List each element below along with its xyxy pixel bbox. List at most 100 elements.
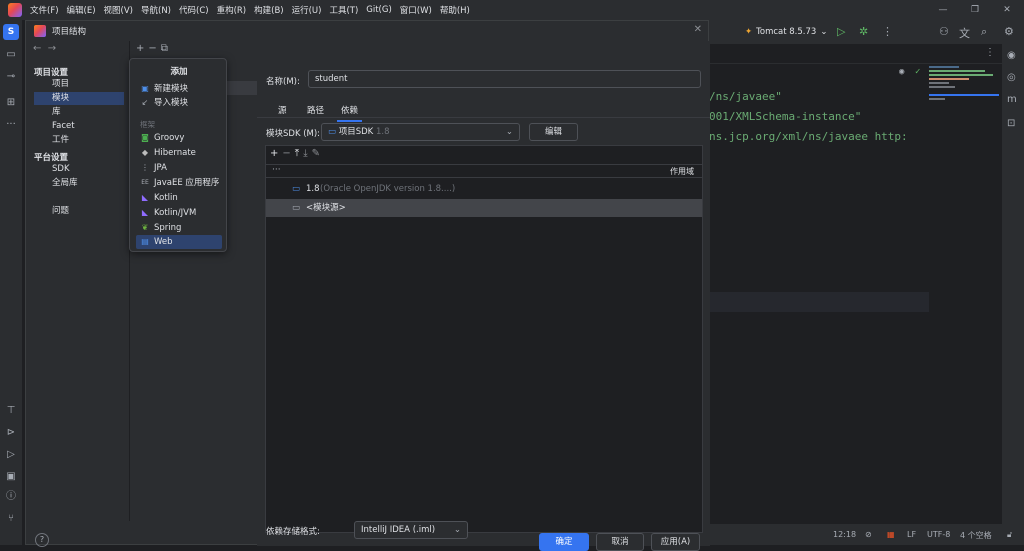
popup-title: 添加 [170,67,188,77]
run-config-selector[interactable]: ✦ Tomcat 8.5.73 ⌄ [745,27,827,37]
storage-format-select[interactable]: IntelliJ IDEA (.iml) ⌄ [354,521,468,539]
problems-icon[interactable]: ⓘ [4,490,18,504]
module-sdk-select[interactable]: ▭ 项目SDK 1.8 ⌄ [321,123,520,141]
hibernate-icon: ◆ [141,148,149,157]
module-source-folder-icon: ▭ [292,203,301,213]
scope-header[interactable]: 作用域 [670,166,694,177]
more-icon[interactable]: ⋮ [882,25,893,38]
dialog-titlebar[interactable]: 项目结构 ✕ [26,21,710,41]
current-line-highlight [709,292,929,312]
nav-item-modules[interactable]: 模块 [34,92,124,105]
indent-setting[interactable]: 4 个空格 [960,530,992,541]
dialog-title: 项目结构 [52,27,87,37]
cancel-button[interactable]: 取消 [596,533,644,551]
run-tool-icon[interactable]: ▷ [4,448,18,462]
menu-refactor[interactable]: 重构(R) [217,4,247,16]
ai-assistant-icon[interactable]: ⊡ [1007,118,1015,129]
menu-window[interactable]: 窗口(W) [400,4,432,16]
build-icon[interactable]: ⊤ [4,404,18,418]
nav-item-libraries[interactable]: 库 [34,106,124,119]
nav-item-problems[interactable]: 问题 [34,205,124,218]
lock-icon[interactable]: 🔓︎ [1007,530,1012,540]
main-menubar: 文件(F) 编辑(E) 视图(V) 导航(N) 代码(C) 重构(R) 构建(B… [0,0,1024,20]
menu-help[interactable]: 帮助(H) [440,4,470,16]
popup-item-kotlin-jvm[interactable]: ◣ Kotlin/JVM [136,206,222,220]
debug-icon[interactable]: ✲ [859,25,868,38]
intellij-logo-icon [34,25,46,37]
nav-item-sdks[interactable]: SDK [34,163,124,176]
add-popup-menu: 添加 ▣ 新建模块 ↙ 导入模块 框架 ◙ Groovy ◆ Hibernate… [129,58,227,252]
add-icon[interactable]: + [136,43,148,54]
popup-item-web[interactable]: ▤ Web [136,235,222,249]
terminal-icon[interactable]: ▣ [4,470,18,484]
status-time[interactable]: 12:18 [833,530,856,539]
add-user-icon[interactable]: ⚇ [939,25,949,38]
remove-icon[interactable]: − [282,148,294,159]
menu-git[interactable]: Git(G) [366,5,392,15]
popup-item-jpa[interactable]: ⋮ JPA [136,161,222,175]
menu-file[interactable]: 文件(F) [30,4,59,16]
nav-item-facets[interactable]: Facet [34,120,124,133]
popup-item-import-module[interactable]: ↙ 导入模块 [136,96,222,110]
header-more[interactable]: ··· [272,165,281,175]
tab-paths[interactable]: 路径 [307,104,324,116]
edit-sdk-button[interactable]: 编辑 [529,123,578,141]
menu-code[interactable]: 代码(C) [179,4,209,16]
nav-back-forward[interactable]: ← → [33,43,56,54]
remove-icon[interactable]: − [148,43,160,54]
menu-run[interactable]: 运行(U) [292,4,322,16]
popup-item-hibernate[interactable]: ◆ Hibernate [136,146,222,160]
line-separator[interactable]: LF [907,530,916,539]
project-tool-icon[interactable]: ▭ [4,48,18,62]
menu-tools[interactable]: 工具(T) [329,4,358,16]
move-down-icon[interactable]: ⤓ [303,148,311,159]
move-up-icon[interactable]: ⤒ [295,148,303,159]
close-window-icon[interactable]: ✕ [992,0,1022,20]
services-icon[interactable]: ⊳ [4,426,18,440]
code-editor[interactable]: ⋮ ◉ ✓ /ns/javaee" 001/XMLSchema-instance… [709,44,1002,524]
search-icon[interactable]: ⌕ [981,25,987,39]
close-icon[interactable]: ✕ [694,24,702,35]
maven-icon[interactable]: m [1007,94,1017,105]
tab-sources[interactable]: 源 [278,104,287,116]
menu-view[interactable]: 视图(V) [104,4,133,16]
dependency-row-module-source[interactable]: ▭ <模块源> [266,199,702,217]
database-icon[interactable]: ◎ [1007,72,1016,83]
nav-item-artifacts[interactable]: 工件 [34,134,124,147]
module-name-input[interactable]: student [308,70,701,88]
popup-item-spring[interactable]: ❦ Spring [136,221,222,235]
popup-item-new-module[interactable]: ▣ 新建模块 [136,82,222,96]
apply-button[interactable]: 应用(A) [651,533,700,551]
menu-navigate[interactable]: 导航(N) [141,4,171,16]
add-icon[interactable]: + [270,148,282,159]
minimap[interactable] [927,64,1002,124]
structure-icon[interactable]: ⊞ [4,96,18,110]
edit-icon[interactable]: ✎ [312,148,324,159]
dependency-row-jdk[interactable]: ▭ 1.8 (Oracle OpenJDK version 1.8....) [266,180,702,198]
translate-icon[interactable]: 文 [959,25,970,41]
menu-edit[interactable]: 编辑(E) [67,4,96,16]
popup-item-javaee[interactable]: EE JavaEE 应用程序 [136,176,222,190]
notifications-icon[interactable]: ◉ [1007,50,1016,61]
file-encoding[interactable]: UTF-8 [927,530,950,539]
run-icon[interactable]: ▷ [837,25,845,38]
nav-item-global-libraries[interactable]: 全局库 [34,177,124,190]
spring-icon: ❦ [141,223,149,232]
restore-window-icon[interactable]: ❐ [960,0,990,20]
minimize-window-icon[interactable]: — [928,0,958,20]
no-inspections-icon[interactable]: ⊘ [865,530,872,539]
commit-icon[interactable]: ⊸ [4,70,18,84]
copy-icon[interactable]: ⧉ [161,43,172,54]
popup-item-groovy[interactable]: ◙ Groovy [136,131,222,145]
git-icon[interactable]: ⑂ [4,512,18,526]
popup-item-kotlin[interactable]: ◣ Kotlin [136,191,222,205]
reader-mode-icon[interactable]: ◉ [899,67,904,77]
project-avatar[interactable]: S [3,24,19,40]
tab-dependencies[interactable]: 依赖 [336,104,363,122]
nav-item-project[interactable]: 项目 [34,78,124,91]
settings-icon[interactable]: ⚙ [1004,25,1014,38]
ok-button[interactable]: 确定 [539,533,589,551]
more-tools-icon[interactable]: ··· [4,118,18,132]
menu-build[interactable]: 构建(B) [254,4,283,16]
more-tabs-icon[interactable]: ⋮ [985,47,995,58]
